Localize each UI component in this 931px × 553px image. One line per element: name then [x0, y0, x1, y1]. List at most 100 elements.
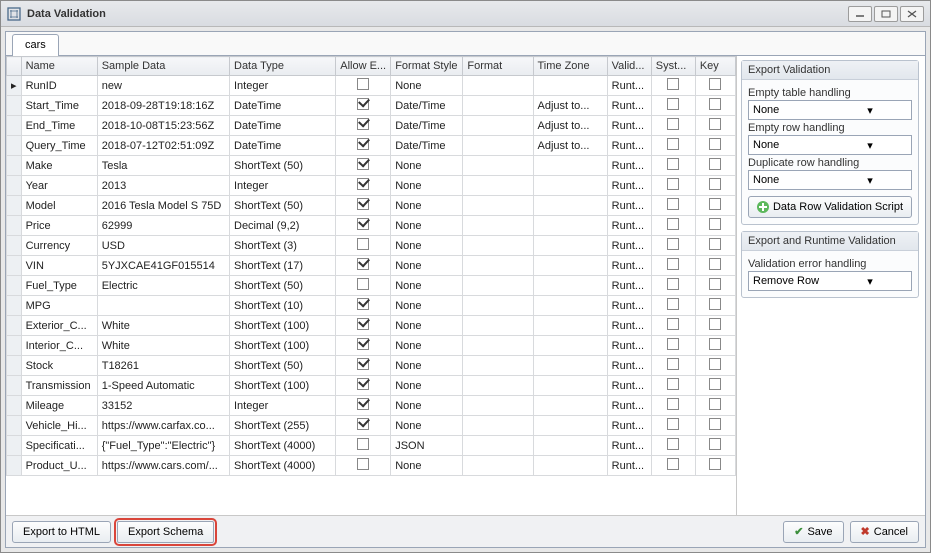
cell-datatype[interactable]: ShortText (100): [230, 316, 336, 336]
cell-name[interactable]: Specificati...: [21, 436, 97, 456]
key-checkbox[interactable]: [709, 138, 721, 150]
cell-key[interactable]: [695, 136, 735, 156]
cell-sample[interactable]: {"Fuel_Type":"Electric"}: [97, 436, 229, 456]
allow-empty-checkbox[interactable]: [357, 298, 369, 310]
cell-datatype[interactable]: ShortText (100): [230, 336, 336, 356]
cell-key[interactable]: [695, 376, 735, 396]
col-timezone[interactable]: Time Zone: [533, 57, 607, 76]
cell-sample[interactable]: [97, 296, 229, 316]
cell-system[interactable]: [651, 156, 695, 176]
empty-row-combo[interactable]: None ▾: [748, 135, 912, 155]
tab-cars[interactable]: cars: [12, 34, 59, 56]
cell-format[interactable]: [463, 176, 533, 196]
maximize-button[interactable]: [874, 6, 898, 22]
col-format[interactable]: Format: [463, 57, 533, 76]
cell-timezone[interactable]: [533, 436, 607, 456]
allow-empty-checkbox[interactable]: [357, 458, 369, 470]
cell-key[interactable]: [695, 336, 735, 356]
system-checkbox[interactable]: [667, 398, 679, 410]
minimize-button[interactable]: [848, 6, 872, 22]
cell-validation[interactable]: Runt...: [607, 76, 651, 96]
table-row[interactable]: Interior_C...WhiteShortText (100)NoneRun…: [7, 336, 736, 356]
cell-format-style[interactable]: Date/Time: [391, 96, 463, 116]
cell-system[interactable]: [651, 376, 695, 396]
cell-sample[interactable]: 62999: [97, 216, 229, 236]
row-header-cell[interactable]: [7, 336, 22, 356]
cell-system[interactable]: [651, 196, 695, 216]
cell-allow-empty[interactable]: [336, 256, 391, 276]
cell-timezone[interactable]: Adjust to...: [533, 116, 607, 136]
key-checkbox[interactable]: [709, 298, 721, 310]
key-checkbox[interactable]: [709, 278, 721, 290]
row-header-cell[interactable]: [7, 256, 22, 276]
cell-system[interactable]: [651, 416, 695, 436]
cell-format[interactable]: [463, 276, 533, 296]
col-format-style[interactable]: Format Style: [391, 57, 463, 76]
key-checkbox[interactable]: [709, 318, 721, 330]
cell-format[interactable]: [463, 416, 533, 436]
key-checkbox[interactable]: [709, 98, 721, 110]
allow-empty-checkbox[interactable]: [357, 198, 369, 210]
col-allow-empty[interactable]: Allow E...: [336, 57, 391, 76]
cell-format-style[interactable]: None: [391, 256, 463, 276]
cell-allow-empty[interactable]: [336, 396, 391, 416]
cell-validation[interactable]: Runt...: [607, 356, 651, 376]
row-header-cell[interactable]: [7, 316, 22, 336]
cell-name[interactable]: Currency: [21, 236, 97, 256]
cell-timezone[interactable]: [533, 196, 607, 216]
system-checkbox[interactable]: [667, 218, 679, 230]
cell-system[interactable]: [651, 296, 695, 316]
allow-empty-checkbox[interactable]: [357, 98, 369, 110]
cell-datatype[interactable]: Integer: [230, 76, 336, 96]
row-header-cell[interactable]: [7, 216, 22, 236]
row-header-cell[interactable]: [7, 236, 22, 256]
cell-timezone[interactable]: Adjust to...: [533, 136, 607, 156]
cell-format[interactable]: [463, 136, 533, 156]
system-checkbox[interactable]: [667, 238, 679, 250]
system-checkbox[interactable]: [667, 118, 679, 130]
row-header-cell[interactable]: [7, 156, 22, 176]
cell-key[interactable]: [695, 256, 735, 276]
data-row-validation-script-button[interactable]: Data Row Validation Script: [748, 196, 912, 218]
cell-validation[interactable]: Runt...: [607, 276, 651, 296]
cell-format-style[interactable]: None: [391, 376, 463, 396]
cell-name[interactable]: VIN: [21, 256, 97, 276]
cell-format-style[interactable]: None: [391, 336, 463, 356]
cell-format-style[interactable]: None: [391, 416, 463, 436]
cell-validation[interactable]: Runt...: [607, 396, 651, 416]
close-button[interactable]: [900, 6, 924, 22]
cell-format-style[interactable]: Date/Time: [391, 116, 463, 136]
cell-format-style[interactable]: Date/Time: [391, 136, 463, 156]
cell-timezone[interactable]: [533, 336, 607, 356]
cell-sample[interactable]: 2018-09-28T19:18:16Z: [97, 96, 229, 116]
cell-format-style[interactable]: None: [391, 276, 463, 296]
key-checkbox[interactable]: [709, 238, 721, 250]
cell-format-style[interactable]: None: [391, 236, 463, 256]
cell-allow-empty[interactable]: [336, 96, 391, 116]
table-row[interactable]: Price62999Decimal (9,2)NoneRunt...: [7, 216, 736, 236]
cell-format-style[interactable]: None: [391, 296, 463, 316]
row-header-cell[interactable]: [7, 136, 22, 156]
cell-sample[interactable]: 2018-07-12T02:51:09Z: [97, 136, 229, 156]
cell-name[interactable]: Product_U...: [21, 456, 97, 476]
cell-timezone[interactable]: [533, 356, 607, 376]
cell-allow-empty[interactable]: [336, 296, 391, 316]
cell-name[interactable]: Year: [21, 176, 97, 196]
cell-timezone[interactable]: [533, 216, 607, 236]
cell-system[interactable]: [651, 356, 695, 376]
cell-format[interactable]: [463, 256, 533, 276]
row-header-cell[interactable]: ▸: [7, 76, 22, 96]
cell-format[interactable]: [463, 316, 533, 336]
system-checkbox[interactable]: [667, 278, 679, 290]
duplicate-row-combo[interactable]: None ▾: [748, 170, 912, 190]
cell-allow-empty[interactable]: [336, 456, 391, 476]
cell-format[interactable]: [463, 76, 533, 96]
cell-system[interactable]: [651, 96, 695, 116]
cell-validation[interactable]: Runt...: [607, 216, 651, 236]
cell-key[interactable]: [695, 216, 735, 236]
cell-sample[interactable]: 33152: [97, 396, 229, 416]
cell-timezone[interactable]: [533, 156, 607, 176]
cell-sample[interactable]: Tesla: [97, 156, 229, 176]
cell-allow-empty[interactable]: [336, 176, 391, 196]
table-row[interactable]: Transmission1-Speed AutomaticShortText (…: [7, 376, 736, 396]
